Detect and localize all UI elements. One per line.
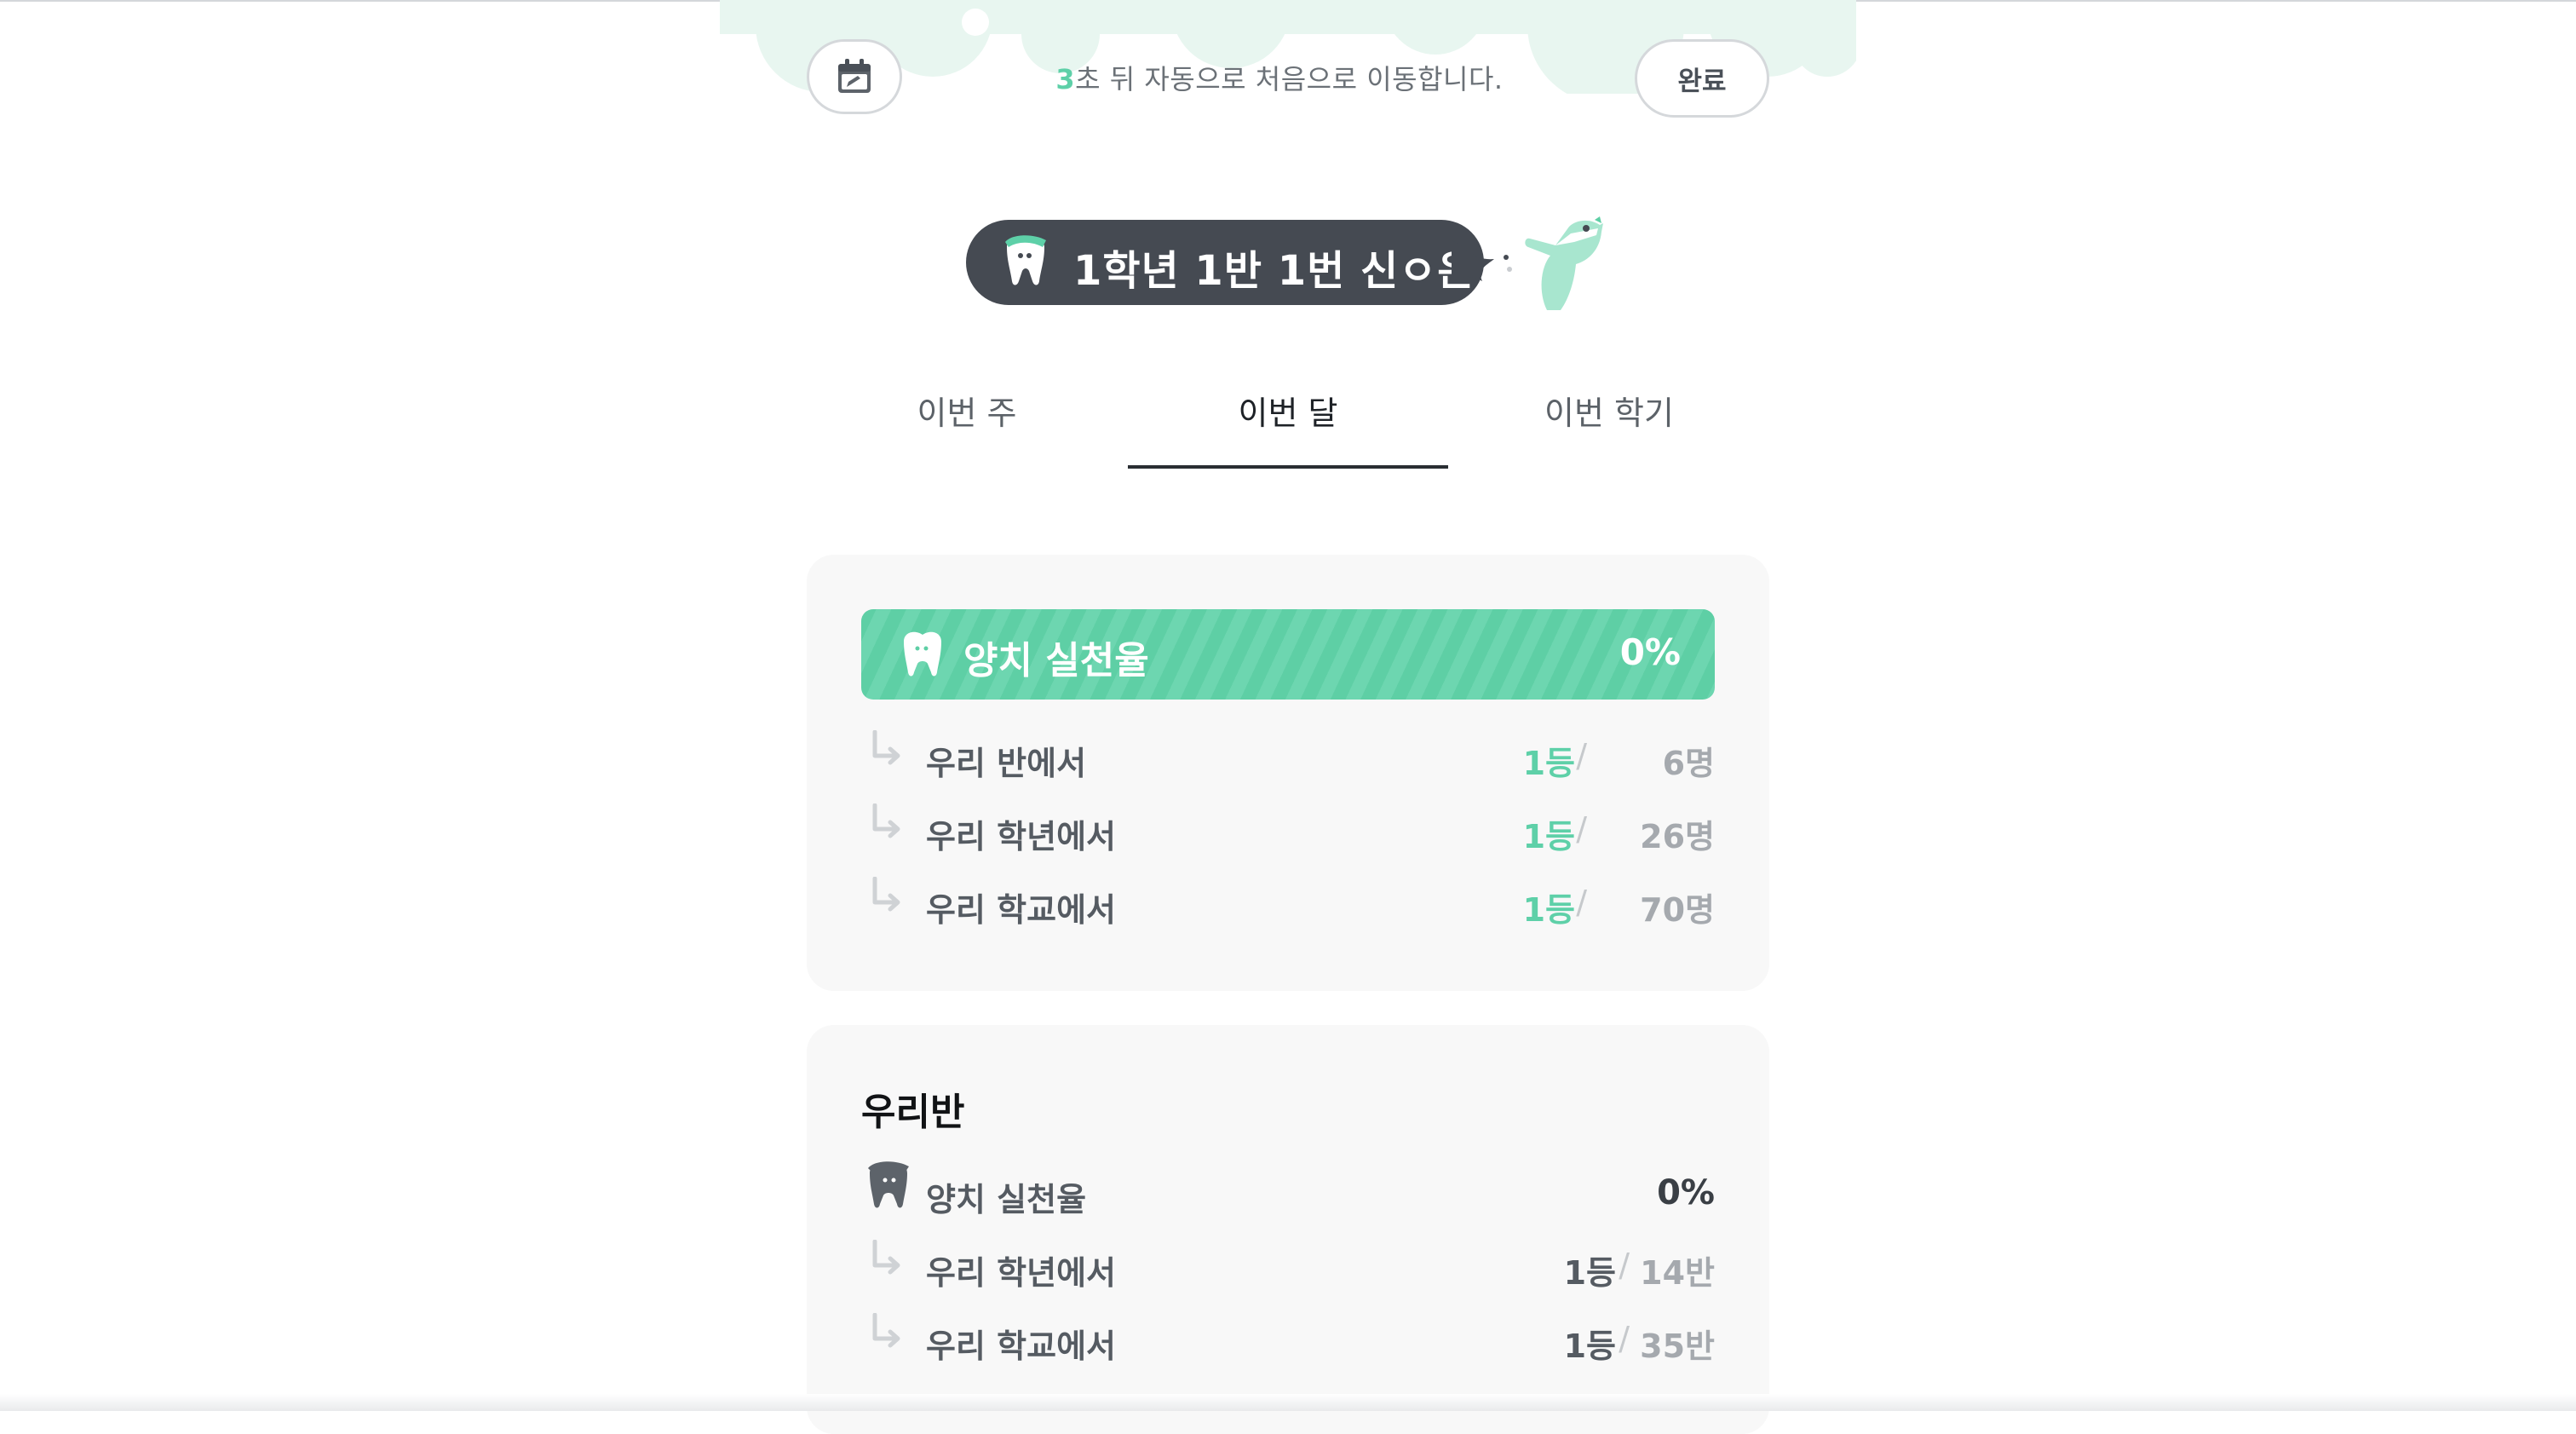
- crocodile-mascot-icon: [1525, 216, 1603, 310]
- period-tabs: 이번 주 이번 달 이번 학기: [807, 358, 1769, 469]
- class-rank-row-grade: 우리 학년에서 1등 / 14반: [861, 1235, 1715, 1294]
- rank-label: 우리 반에서: [926, 745, 1087, 782]
- rank-value: 1등: [1522, 891, 1575, 929]
- rank-total: 14반: [1640, 1254, 1715, 1292]
- brushing-rate-label: 양치 실천율: [963, 639, 1149, 682]
- rank-value: 1등: [1563, 1254, 1616, 1292]
- auto-return-message: 3초 뒤 자동으로 처음으로 이동합니다.: [1054, 58, 1505, 97]
- subdirectory-arrow-icon: [872, 1240, 900, 1275]
- student-name-banner: 1학년 1반 1번 신ㅇ은: [966, 216, 1613, 319]
- calendar-edit-icon: [838, 59, 871, 93]
- class-card-title: 우리반: [861, 1091, 965, 1134]
- class-rate-label: 양치 실천율: [926, 1181, 1087, 1218]
- tab-this-month[interactable]: 이번 달: [1128, 358, 1448, 469]
- subdirectory-arrow-icon: [872, 730, 900, 765]
- subdirectory-arrow-icon: [872, 1313, 900, 1348]
- class-rate-value: 0%: [1657, 1173, 1715, 1212]
- rank-total: 6명: [1662, 745, 1715, 782]
- rank-label: 우리 학교에서: [926, 1327, 1116, 1365]
- rank-separator: /: [1576, 884, 1587, 921]
- rank-separator: /: [1619, 1320, 1630, 1357]
- countdown-text: 초 뒤 자동으로 처음으로 이동합니다.: [1075, 63, 1504, 95]
- rank-separator: /: [1576, 737, 1587, 775]
- tooth-icon: [868, 1161, 909, 1208]
- speech-tail: [1452, 240, 1512, 283]
- class-stats-card: 우리반 양치 실천율 0% 우리 학년에서 1등 / 14반 우리 학교에서 1…: [807, 1025, 1769, 1434]
- class-rank-row-school: 우리 학교에서 1등 / 35반: [861, 1308, 1715, 1368]
- tab-this-week[interactable]: 이번 주: [807, 358, 1127, 469]
- rank-separator: /: [1619, 1247, 1630, 1284]
- calendar-button[interactable]: [807, 39, 902, 114]
- subdirectory-arrow-icon: [872, 803, 900, 838]
- header: 3초 뒤 자동으로 처음으로 이동합니다. 완료: [807, 39, 1769, 119]
- rank-value: 1등: [1522, 818, 1575, 855]
- subdirectory-arrow-icon: [872, 877, 900, 912]
- rank-row-grade: 우리 학년에서 1등 / 26명: [861, 798, 1715, 858]
- brushing-rate-bar: 양치 실천율 0%: [861, 609, 1715, 700]
- tooth-character-icon: [1005, 235, 1046, 285]
- done-button[interactable]: 완료: [1635, 39, 1769, 118]
- rank-separator: /: [1576, 810, 1587, 848]
- rank-total: 35반: [1640, 1327, 1715, 1365]
- countdown-seconds: 3: [1055, 63, 1076, 95]
- rank-value: 1등: [1522, 745, 1575, 782]
- rank-label: 우리 학교에서: [926, 891, 1116, 929]
- student-name: 1학년 1반 1번 신ㅇ은: [1073, 247, 1476, 295]
- tooth-icon: [904, 631, 941, 677]
- rank-row-school: 우리 학교에서 1등 / 70명: [861, 872, 1715, 931]
- tab-this-semester[interactable]: 이번 학기: [1449, 358, 1769, 469]
- personal-stats-card: 양치 실천율 0% 우리 반에서 1등 / 6명 우리 학년에서 1등 / 26…: [807, 555, 1769, 991]
- rank-value: 1등: [1563, 1327, 1616, 1365]
- rank-total: 70명: [1640, 891, 1715, 929]
- active-tab-indicator: [1128, 465, 1448, 469]
- class-brushing-rate: 양치 실천율 0%: [861, 1161, 1715, 1221]
- brushing-rate-value: 0%: [1619, 631, 1681, 673]
- name-pill: 1학년 1반 1번 신ㅇ은: [966, 220, 1512, 305]
- rank-label: 우리 학년에서: [926, 1254, 1116, 1292]
- rank-row-class: 우리 반에서 1등 / 6명: [861, 725, 1715, 785]
- rank-label: 우리 학년에서: [926, 818, 1116, 855]
- window-bottom-edge: [0, 1394, 2576, 1411]
- rank-total: 26명: [1640, 818, 1715, 855]
